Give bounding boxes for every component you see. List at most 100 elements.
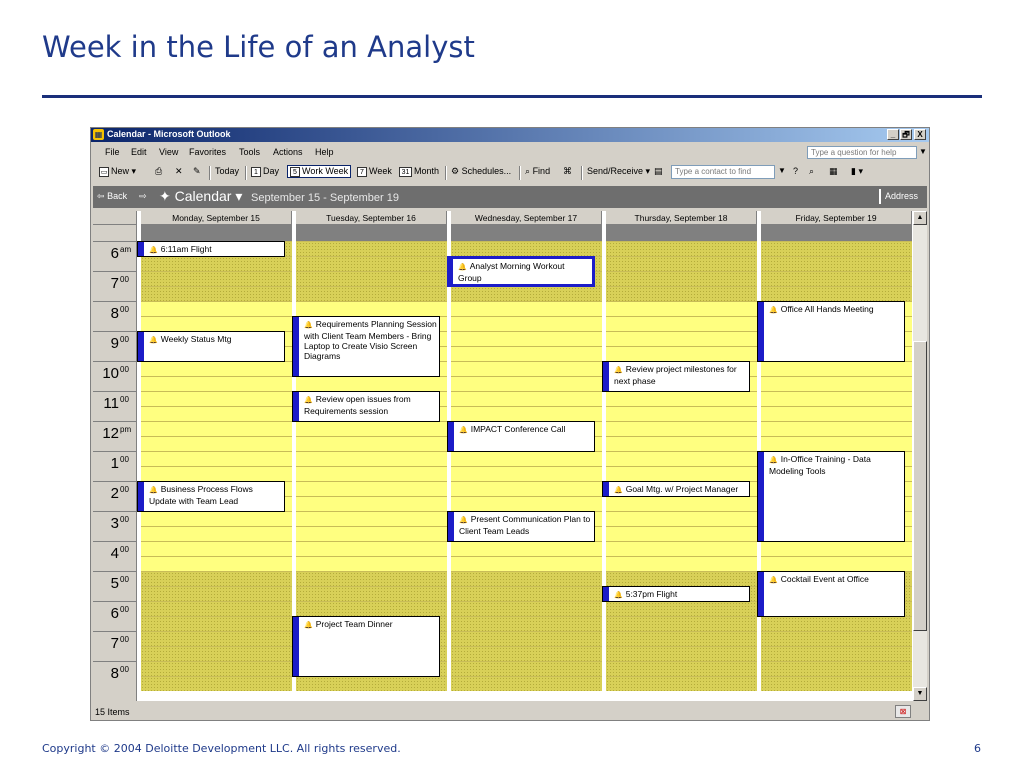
question-help-input[interactable]: Type a question for help <box>807 146 917 159</box>
time-slot[interactable] <box>296 526 447 541</box>
time-slot[interactable] <box>296 571 447 586</box>
time-slot[interactable] <box>296 376 447 391</box>
chevron-down-icon[interactable]: ▼ <box>919 147 927 156</box>
time-slot[interactable] <box>296 466 447 481</box>
scroll-up-arrow-icon[interactable]: ▲ <box>913 211 927 225</box>
time-slot[interactable] <box>451 541 602 556</box>
time-slot[interactable] <box>296 286 447 301</box>
time-slot[interactable] <box>451 376 602 391</box>
time-slot[interactable] <box>451 316 602 331</box>
time-slot[interactable] <box>141 436 292 451</box>
time-slot[interactable] <box>451 451 602 466</box>
time-slot[interactable] <box>141 616 292 631</box>
day-header[interactable]: Thursday, September 18 <box>606 211 757 225</box>
all-day-band[interactable] <box>296 225 447 241</box>
time-slot[interactable] <box>141 271 292 286</box>
time-slot[interactable] <box>606 316 757 331</box>
forward-arrow-icon[interactable]: ⇨ <box>139 191 147 202</box>
time-slot[interactable] <box>761 271 912 286</box>
appointment[interactable]: 🔔 Review open issues from Requirements se… <box>292 391 440 422</box>
time-slot[interactable] <box>141 391 292 406</box>
time-slot[interactable] <box>296 481 447 496</box>
appointment[interactable]: 🔔 Office All Hands Meeting <box>757 301 905 362</box>
time-slot[interactable] <box>296 241 447 256</box>
time-slot[interactable] <box>141 526 292 541</box>
time-slot[interactable] <box>761 616 912 631</box>
time-slot[interactable] <box>761 361 912 376</box>
work-week-view-button[interactable]: 5 Work Week <box>287 165 352 178</box>
time-slot[interactable] <box>296 436 447 451</box>
time-slot[interactable] <box>451 241 602 256</box>
time-slot[interactable] <box>141 646 292 661</box>
help-button[interactable]: ? <box>793 166 798 176</box>
schedules-button[interactable]: ⚙ Schedules... <box>451 166 511 177</box>
time-slot[interactable] <box>606 286 757 301</box>
month-view-button[interactable]: 31 Month <box>399 166 439 177</box>
time-slot[interactable] <box>606 511 757 526</box>
appointment[interactable]: 🔔 6:11am Flight <box>137 241 285 257</box>
time-slot[interactable] <box>761 421 912 436</box>
time-slot[interactable] <box>451 361 602 376</box>
menu-favorites[interactable]: Favorites <box>189 147 226 157</box>
time-slot[interactable] <box>296 601 447 616</box>
time-slot[interactable] <box>761 391 912 406</box>
scroll-thumb[interactable] <box>913 341 927 631</box>
day-view-button[interactable]: 1 Day <box>251 166 279 177</box>
time-slot[interactable] <box>296 256 447 271</box>
time-slot[interactable] <box>606 451 757 466</box>
contact-dropdown[interactable]: ▼ <box>778 166 786 175</box>
minimize-button[interactable]: _ <box>887 129 899 140</box>
all-day-band[interactable] <box>606 225 757 241</box>
find-contact-input[interactable]: Type a contact to find <box>671 165 775 179</box>
time-slot[interactable] <box>606 391 757 406</box>
time-slot[interactable] <box>606 631 757 646</box>
time-slot[interactable] <box>761 676 912 691</box>
time-slot[interactable] <box>141 256 292 271</box>
time-slot[interactable] <box>141 376 292 391</box>
time-slot[interactable] <box>141 661 292 676</box>
time-slot[interactable] <box>606 241 757 256</box>
offline-status-icon[interactable]: ⊠ <box>895 705 911 718</box>
new-button[interactable]: ▭ New ▾ <box>99 166 136 177</box>
delete-button[interactable]: ✕ <box>175 166 183 177</box>
time-slot[interactable] <box>606 301 757 316</box>
menu-actions[interactable]: Actions <box>273 147 303 157</box>
time-slot[interactable] <box>296 541 447 556</box>
time-slot[interactable] <box>606 466 757 481</box>
appointment[interactable]: 🔔 Business Process Flows Update with Team… <box>137 481 285 512</box>
appointment[interactable]: 🔔 Weekly Status Mtg <box>137 331 285 362</box>
time-slot[interactable] <box>606 616 757 631</box>
time-slot[interactable] <box>451 661 602 676</box>
time-slot[interactable] <box>296 271 447 286</box>
time-slot[interactable] <box>141 571 292 586</box>
time-slot[interactable] <box>606 661 757 676</box>
appointment[interactable]: 🔔 Present Communication Plan to Client Te… <box>447 511 595 542</box>
time-slot[interactable] <box>451 301 602 316</box>
time-slot[interactable] <box>141 451 292 466</box>
appointment[interactable]: 🔔 In-Office Training - Data Modeling Tool… <box>757 451 905 542</box>
time-slot[interactable] <box>451 616 602 631</box>
window-titlebar[interactable]: ▦ Calendar - Microsoft Outlook _ 🗗 X <box>91 128 929 142</box>
all-day-band[interactable] <box>761 225 912 241</box>
time-slot[interactable] <box>296 301 447 316</box>
time-slot[interactable] <box>451 676 602 691</box>
all-day-band[interactable] <box>141 225 292 241</box>
time-slot[interactable] <box>141 676 292 691</box>
options-button[interactable]: ▮ ▾ <box>851 166 863 177</box>
time-slot[interactable] <box>451 571 602 586</box>
time-slot[interactable] <box>451 631 602 646</box>
time-slot[interactable] <box>451 496 602 511</box>
day-header[interactable]: Tuesday, September 16 <box>296 211 447 225</box>
day-column[interactable] <box>451 241 602 701</box>
time-slot[interactable] <box>606 271 757 286</box>
week-view-button[interactable]: 7 Week <box>357 166 392 177</box>
time-slot[interactable] <box>296 556 447 571</box>
time-slot[interactable] <box>296 421 447 436</box>
time-slot[interactable] <box>761 286 912 301</box>
time-slot[interactable] <box>606 601 757 616</box>
time-slot[interactable] <box>296 451 447 466</box>
appointment[interactable]: 🔔 Cocktail Event at Office <box>757 571 905 617</box>
time-slot[interactable] <box>606 571 757 586</box>
time-slot[interactable] <box>451 556 602 571</box>
time-slot[interactable] <box>606 331 757 346</box>
